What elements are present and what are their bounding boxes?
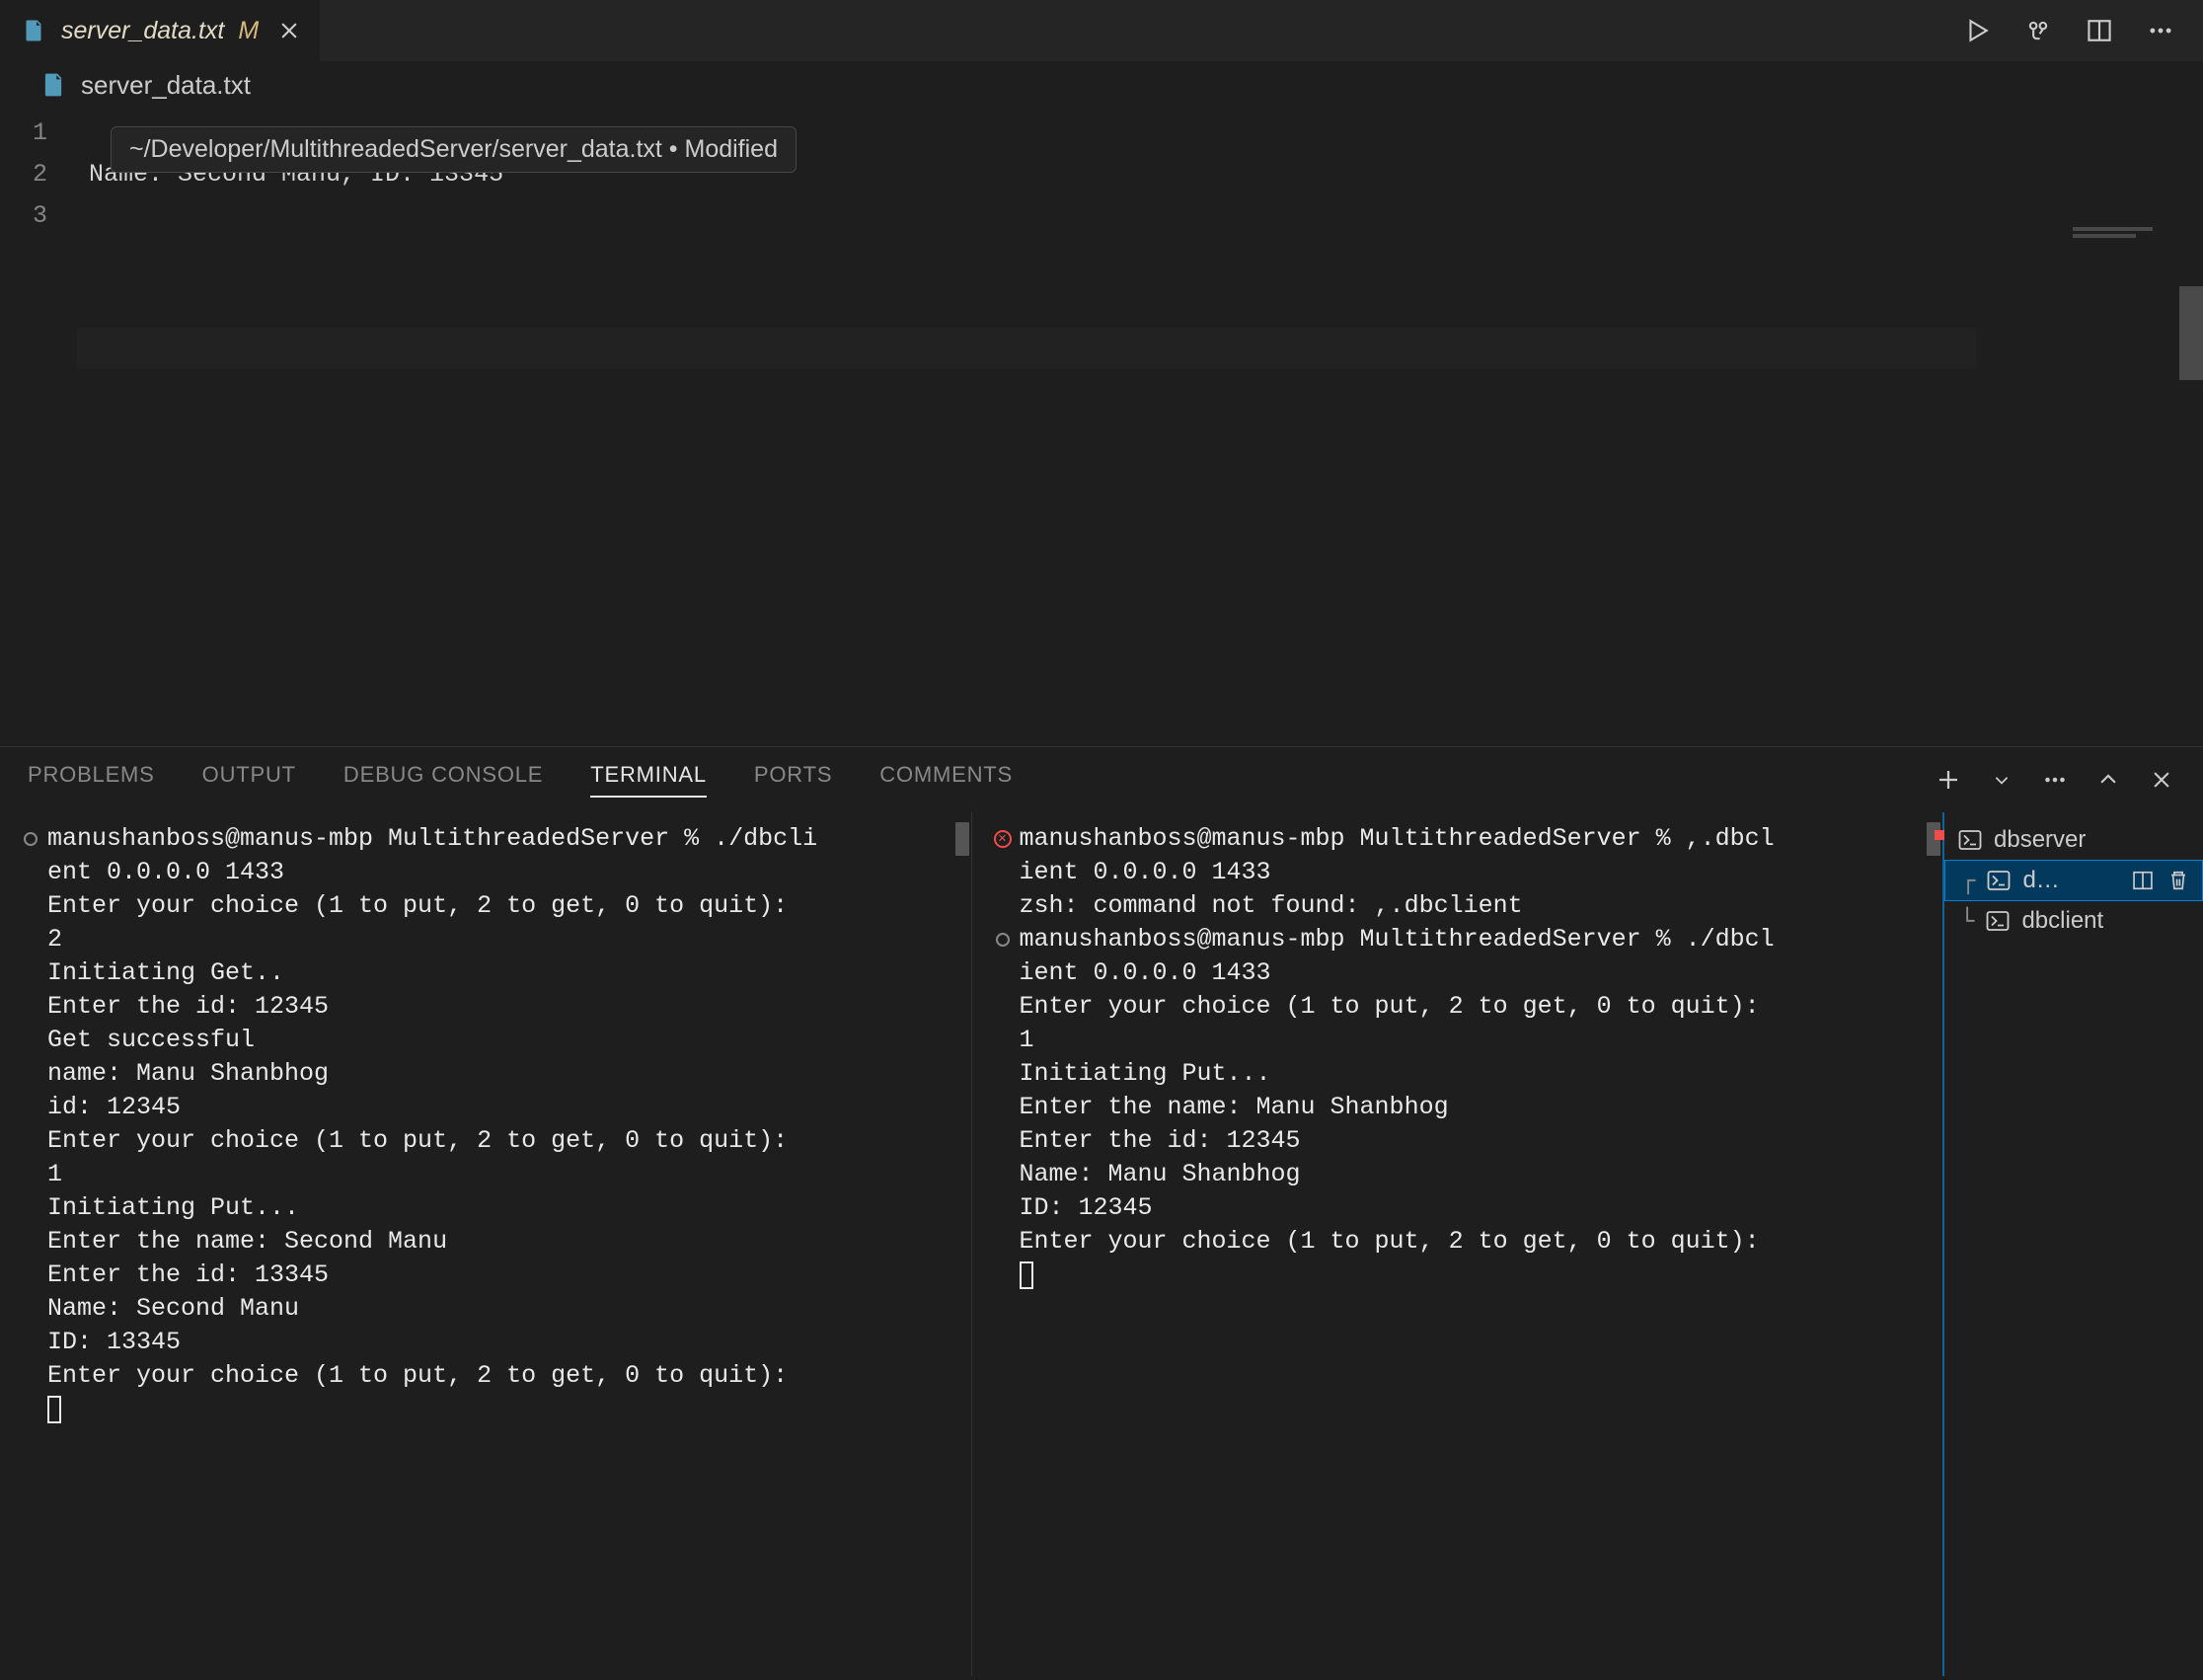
- file-icon: [39, 71, 67, 99]
- terminal-line: Enter the id: 12345: [47, 990, 957, 1024]
- error-marker-icon: ✕: [994, 830, 1012, 848]
- breadcrumb-file: server_data.txt: [81, 70, 251, 101]
- terminal-line: Name: Manu Shanbhog: [1020, 1158, 1930, 1191]
- terminal-line: zsh: command not found: ,.dbclient: [1020, 889, 1930, 923]
- terminal-line: Enter the name: Manu Shanbhog: [1020, 1091, 1930, 1124]
- terminal-line: manushanboss@manus-mbp MultithreadedServ…: [1020, 923, 1930, 956]
- terminal-line: Initiating Get..: [47, 956, 957, 990]
- panel-tabs-left: PROBLEMS OUTPUT DEBUG CONSOLE TERMINAL P…: [28, 762, 1013, 798]
- code-content[interactable]: Name: Second Manu, ID: 13345: [77, 109, 2203, 746]
- line-number: 3: [0, 195, 77, 237]
- terminal-line: name: Manu Shanbhog: [47, 1057, 957, 1091]
- tab-problems[interactable]: PROBLEMS: [28, 762, 155, 798]
- terminal-line: Enter the id: 13345: [47, 1259, 957, 1292]
- terminal-line: Enter the name: Second Manu: [47, 1225, 957, 1259]
- tab-bar: server_data.txt M: [0, 0, 2203, 61]
- terminal-line: manushanboss@manus-mbp MultithreadedServ…: [47, 822, 957, 856]
- line-number: 1: [0, 113, 77, 154]
- terminal-icon: [1984, 907, 2012, 935]
- panel-tabs: PROBLEMS OUTPUT DEBUG CONSOLE TERMINAL P…: [0, 747, 2203, 812]
- terminal-line: ent 0.0.0.0 1433: [47, 856, 957, 889]
- panel-actions: [1935, 766, 2175, 794]
- terminal-line: manushanboss@manus-mbp MultithreadedServ…: [1020, 822, 1930, 856]
- terminal-dropdown-icon[interactable]: [1988, 766, 2015, 794]
- kill-terminal-icon[interactable]: [2166, 869, 2190, 892]
- prompt-marker-icon: [24, 832, 38, 846]
- terminal-line: Enter your choice (1 to put, 2 to get, 0…: [47, 889, 957, 923]
- tab-debug-console[interactable]: DEBUG CONSOLE: [343, 762, 543, 798]
- terminal-line: ient 0.0.0.0 1433: [1020, 856, 1930, 889]
- terminal-icon: [1956, 826, 1984, 854]
- code-line: [77, 195, 2203, 237]
- run-icon[interactable]: [1962, 16, 1992, 45]
- sidebar-item-label: dbserver: [1994, 826, 2191, 854]
- new-terminal-icon[interactable]: [1935, 766, 1962, 794]
- terminal-line: Enter your choice (1 to put, 2 to get, 0…: [47, 1124, 957, 1158]
- tab-ports[interactable]: PORTS: [754, 762, 832, 798]
- terminal-line: Enter your choice (1 to put, 2 to get, 0…: [1020, 990, 1930, 1024]
- terminal-line: Initiating Put...: [47, 1191, 957, 1225]
- terminals: manushanboss@manus-mbp MultithreadedServ…: [0, 812, 1942, 1676]
- sidebar-item-dbserver[interactable]: dbserver: [1944, 820, 2203, 860]
- panel-body: manushanboss@manus-mbp MultithreadedServ…: [0, 812, 2203, 1676]
- close-panel-icon[interactable]: [2148, 766, 2175, 794]
- terminal-line: ID: 13345: [47, 1326, 957, 1359]
- terminal-line: Enter your choice (1 to put, 2 to get, 0…: [1020, 1225, 1930, 1259]
- compare-changes-icon[interactable]: [2023, 16, 2053, 45]
- line-number: 2: [0, 154, 77, 195]
- line-gutter: 1 2 3: [0, 109, 77, 746]
- terminal-line: id: 12345: [47, 1091, 957, 1124]
- sidebar-item-dbclient1[interactable]: ┌ d…: [1944, 860, 2203, 901]
- terminal-cursor: [47, 1393, 957, 1426]
- terminal-line: ient 0.0.0.0 1433: [1020, 956, 1930, 990]
- more-actions-icon[interactable]: [2146, 16, 2175, 45]
- file-icon: [20, 17, 47, 44]
- tab-modified-indicator: M: [238, 17, 259, 45]
- minimap[interactable]: [2073, 227, 2187, 245]
- terminal-line: Enter the id: 12345: [1020, 1124, 1930, 1158]
- prompt-marker-icon: [996, 933, 1010, 947]
- sidebar-item-actions: [2131, 869, 2190, 892]
- breadcrumb[interactable]: server_data.txt: [0, 61, 2203, 109]
- tree-branch-icon: └: [1956, 907, 1974, 935]
- terminal-line: ID: 12345: [1020, 1191, 1930, 1225]
- vertical-scrollbar[interactable]: [2179, 286, 2203, 380]
- tab-terminal[interactable]: TERMINAL: [590, 762, 707, 798]
- tab-comments[interactable]: COMMENTS: [879, 762, 1013, 798]
- bottom-panel: PROBLEMS OUTPUT DEBUG CONSOLE TERMINAL P…: [0, 746, 2203, 1676]
- terminal-icon: [1985, 867, 2013, 894]
- editor-tab[interactable]: server_data.txt M: [0, 0, 321, 61]
- terminal-line: Enter your choice (1 to put, 2 to get, 0…: [47, 1359, 957, 1393]
- sidebar-item-dbclient2[interactable]: └ dbclient: [1944, 901, 2203, 941]
- tooltip-text: ~/Developer/MultithreadedServer/server_d…: [129, 135, 778, 163]
- panel-more-icon[interactable]: [2041, 766, 2069, 794]
- terminal-left[interactable]: manushanboss@manus-mbp MultithreadedServ…: [0, 812, 972, 1676]
- editor-actions: [1962, 16, 2203, 45]
- terminal-line: 1: [47, 1158, 957, 1191]
- split-terminal-icon[interactable]: [2131, 869, 2155, 892]
- terminal-line: Get successful: [47, 1024, 957, 1057]
- tab-close-button[interactable]: [278, 20, 300, 41]
- status-dot-icon: [1935, 830, 1944, 840]
- terminal-line: 2: [47, 923, 957, 956]
- terminal-line: Name: Second Manu: [47, 1292, 957, 1326]
- tab-filename: server_data.txt: [61, 17, 224, 45]
- terminal-cursor: [1020, 1259, 1930, 1292]
- split-editor-icon[interactable]: [2085, 16, 2114, 45]
- terminal-right[interactable]: ✕ manushanboss@manus-mbp MultithreadedSer…: [972, 812, 1943, 1676]
- terminal-line: Initiating Put...: [1020, 1057, 1930, 1091]
- tab-output[interactable]: OUTPUT: [202, 762, 296, 798]
- terminal-line: 1: [1020, 1024, 1930, 1057]
- editor-area[interactable]: 1 2 3 Name: Second Manu, ID: 13345: [0, 109, 2203, 746]
- tabs-left: server_data.txt M: [0, 0, 321, 61]
- terminal-scrollbar[interactable]: [955, 822, 969, 856]
- sidebar-item-label: d…: [2022, 867, 2121, 894]
- maximize-panel-icon[interactable]: [2094, 766, 2122, 794]
- hover-tooltip: ~/Developer/MultithreadedServer/server_d…: [111, 126, 797, 173]
- terminal-sidebar: dbserver ┌ d… └: [1942, 812, 2203, 1676]
- tree-branch-icon: ┌: [1957, 867, 1975, 894]
- sidebar-item-label: dbclient: [2021, 907, 2191, 935]
